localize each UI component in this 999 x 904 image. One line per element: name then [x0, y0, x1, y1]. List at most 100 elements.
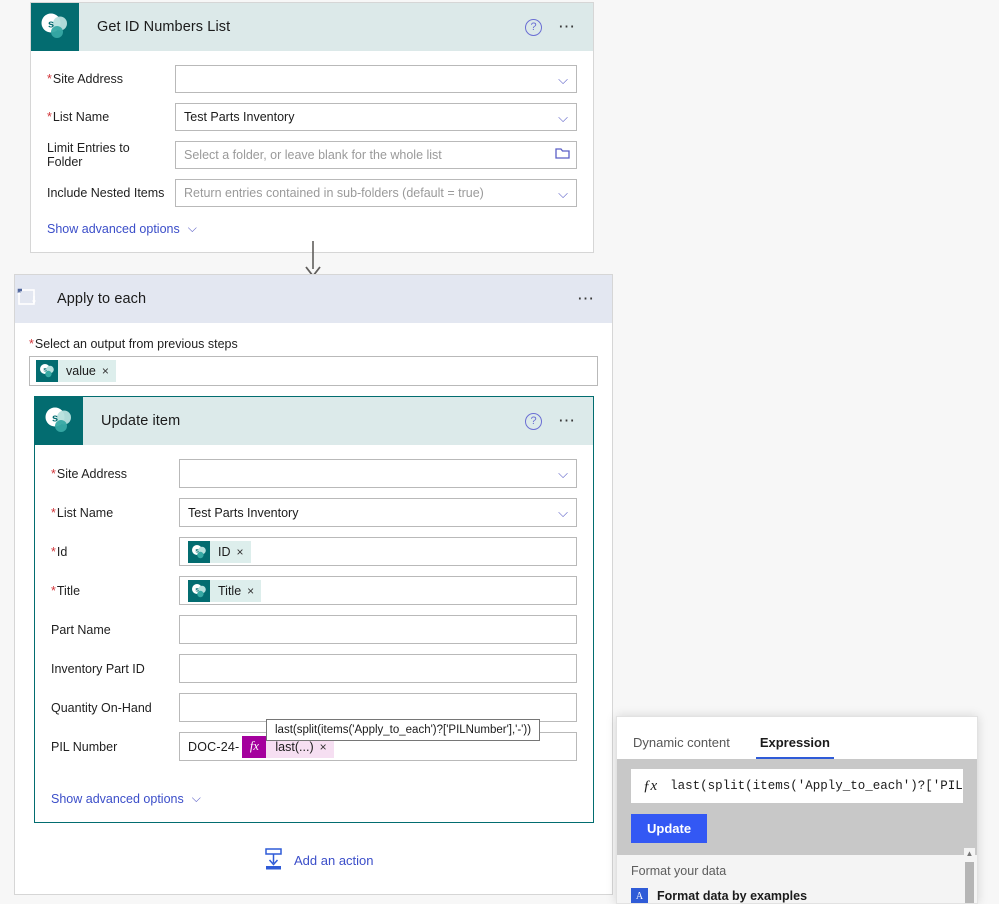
- svg-text:s: s: [195, 586, 199, 593]
- chevron-down-icon: ⌵: [191, 791, 201, 805]
- required-asterisk: *: [51, 544, 56, 559]
- show-advanced-options-get-list[interactable]: Show advanced options ⌵: [47, 221, 577, 236]
- list-name-dropdown[interactable]: Test Parts Inventory ⌵: [179, 498, 577, 527]
- field-label: *Site Address: [51, 466, 128, 481]
- dynamic-token-value[interactable]: s value ×: [36, 360, 116, 382]
- format-data-icon: A: [631, 888, 648, 903]
- field-label: *Title: [51, 583, 81, 598]
- more-options-icon[interactable]: ⋯: [558, 18, 577, 35]
- list-item-format-data-by-examples[interactable]: A Format data by examples: [617, 885, 977, 903]
- svg-text:s: s: [48, 19, 54, 31]
- output-field-label: *Select an output from previous steps: [29, 337, 238, 351]
- sharepoint-icon: s: [35, 397, 83, 445]
- card-header[interactable]: s Update item ? ⋯: [35, 397, 593, 445]
- required-asterisk: *: [47, 110, 52, 124]
- panel-suggestion-list: Format your data A Format data by exampl…: [617, 855, 977, 903]
- token-label: value: [66, 364, 96, 378]
- chevron-down-icon[interactable]: ⌵: [558, 467, 570, 480]
- required-asterisk: *: [51, 466, 56, 481]
- chevron-down-icon[interactable]: ⌵: [558, 506, 570, 519]
- dynamic-content-expression-panel[interactable]: Dynamic content Expression ƒx last(split…: [616, 716, 978, 904]
- field-label: Include Nested Items: [47, 186, 165, 200]
- card-header-icons: ? ⋯: [525, 18, 593, 36]
- field-label: Quantity On-Hand: [51, 700, 152, 715]
- field-label: *Id: [51, 544, 68, 559]
- advanced-options-label: Show advanced options: [47, 221, 180, 236]
- help-icon[interactable]: ?: [525, 18, 542, 36]
- fx-icon: fx: [242, 735, 267, 758]
- title-input[interactable]: s Title ×: [179, 576, 577, 605]
- card-body: *Site Address ⌵ *List Name Test Parts In…: [31, 51, 593, 252]
- scope-body: *Select an output from previous steps s …: [15, 323, 612, 386]
- sharepoint-icon: s: [31, 3, 79, 51]
- flow-connector-arrow: [300, 241, 326, 278]
- expression-input[interactable]: ƒx last(split(items('Apply_to_each')?['P…: [631, 769, 963, 803]
- field-row-limit-entries-to-folder: Limit Entries to Folder Select a folder,…: [47, 141, 577, 169]
- flow-designer-canvas: s Get ID Numbers List ? ⋯ *Site Address …: [0, 0, 999, 904]
- chevron-down-icon[interactable]: ⌵: [558, 73, 570, 86]
- chevron-down-icon[interactable]: ⌵: [558, 187, 570, 200]
- field-label: *List Name: [47, 110, 110, 124]
- svg-text:s: s: [52, 413, 58, 425]
- add-an-action-button[interactable]: Add an action: [263, 848, 374, 873]
- card-header-icons: ⋯: [577, 290, 612, 307]
- field-row-site-address: *Site Address ⌵: [51, 459, 577, 488]
- help-icon[interactable]: ?: [525, 412, 542, 430]
- include-nested-items-dropdown[interactable]: Return entries contained in sub-folders …: [175, 179, 577, 207]
- remove-token-icon[interactable]: ×: [247, 584, 261, 598]
- site-address-dropdown[interactable]: ⌵: [179, 459, 577, 488]
- sharepoint-icon: s: [188, 579, 210, 602]
- remove-token-icon[interactable]: ×: [102, 364, 116, 378]
- select-output-input[interactable]: s value ×: [29, 356, 598, 386]
- site-address-dropdown[interactable]: ⌵: [175, 65, 577, 93]
- fx-icon: ƒx: [643, 777, 658, 794]
- section-header-format-your-data: Format your data: [631, 864, 727, 878]
- field-row-inventory-part-id: Inventory Part ID: [51, 654, 577, 683]
- chevron-down-icon[interactable]: ⌵: [558, 111, 570, 124]
- card-title: Apply to each: [57, 291, 147, 307]
- token-label: Title: [218, 583, 242, 598]
- more-options-icon[interactable]: ⋯: [558, 412, 577, 429]
- field-row-list-name: *List Name Test Parts Inventory ⌵: [51, 498, 577, 527]
- field-row-part-name: Part Name: [51, 615, 577, 644]
- id-input[interactable]: s ID ×: [179, 537, 577, 566]
- token-label: ID: [218, 544, 231, 559]
- panel-scrollbar[interactable]: ▲: [964, 848, 975, 903]
- folder-icon[interactable]: [555, 147, 570, 163]
- part-name-input[interactable]: [179, 615, 577, 644]
- tab-dynamic-content[interactable]: Dynamic content: [631, 735, 732, 759]
- quantity-on-hand-input[interactable]: [179, 693, 577, 722]
- svg-text:s: s: [43, 367, 47, 374]
- required-asterisk: *: [47, 72, 52, 86]
- field-row-list-name: *List Name Test Parts Inventory ⌵: [47, 103, 577, 131]
- panel-tabs: Dynamic content Expression: [617, 717, 977, 759]
- dynamic-token-title[interactable]: s Title ×: [188, 579, 262, 602]
- scroll-up-icon[interactable]: ▲: [964, 848, 975, 859]
- scrollbar-thumb[interactable]: [965, 862, 974, 903]
- action-card-update-item[interactable]: s Update item ? ⋯ *Site Address ⌵ *List …: [34, 396, 594, 823]
- update-button[interactable]: Update: [631, 814, 708, 843]
- action-card-get-id-numbers-list[interactable]: s Get ID Numbers List ? ⋯ *Site Address …: [30, 2, 594, 253]
- show-advanced-options-update-item[interactable]: Show advanced options ⌵: [51, 791, 577, 806]
- sharepoint-icon: s: [188, 540, 210, 563]
- remove-token-icon[interactable]: ×: [237, 545, 251, 559]
- required-asterisk: *: [51, 505, 56, 520]
- dynamic-token-id[interactable]: s ID ×: [188, 540, 251, 563]
- field-label: Limit Entries to Folder: [47, 141, 130, 169]
- pil-number-prefix: DOC-24-: [188, 739, 240, 754]
- card-header[interactable]: s Get ID Numbers List ? ⋯: [31, 3, 593, 51]
- limit-entries-folder-input[interactable]: Select a folder, or leave blank for the …: [175, 141, 577, 169]
- required-asterisk: *: [51, 583, 56, 598]
- card-header[interactable]: Apply to each ⋯: [15, 275, 612, 323]
- remove-token-icon[interactable]: ×: [320, 740, 334, 754]
- tab-expression[interactable]: Expression: [755, 735, 835, 759]
- field-label: Part Name: [51, 622, 111, 637]
- field-label: *Site Address: [47, 72, 124, 86]
- field-label: Inventory Part ID: [51, 661, 145, 676]
- required-asterisk: *: [29, 337, 34, 351]
- list-name-dropdown[interactable]: Test Parts Inventory ⌵: [175, 103, 577, 131]
- advanced-options-label: Show advanced options: [51, 791, 184, 806]
- more-options-icon[interactable]: ⋯: [577, 290, 596, 307]
- svg-text:s: s: [195, 547, 199, 554]
- inventory-part-id-input[interactable]: [179, 654, 577, 683]
